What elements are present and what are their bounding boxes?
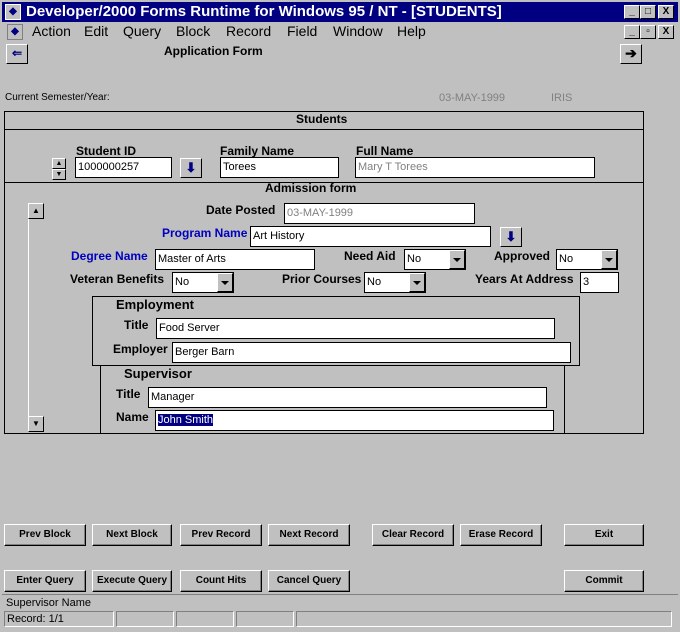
status-message: Supervisor Name <box>6 597 91 609</box>
prev-block-button[interactable]: Prev Block <box>4 524 86 546</box>
child-minimize-button[interactable]: _ <box>624 25 640 39</box>
vertical-scrollbar[interactable]: ▲ ▼ <box>28 203 45 432</box>
semester-label: Current Semester/Year: <box>5 92 110 103</box>
degree-name-label: Degree Name <box>71 249 148 263</box>
years-at-address-field[interactable]: 3 <box>580 272 619 293</box>
years-at-address-label: Years At Address <box>475 272 574 286</box>
semester-user-field: IRIS <box>548 88 620 109</box>
prior-courses-dropdown-icon[interactable] <box>409 273 425 292</box>
menu-bar: ◆ Action Edit Query Block Record Field W… <box>2 22 678 42</box>
student-id-label: Student ID <box>76 144 136 158</box>
exit-button[interactable]: Exit <box>564 524 644 546</box>
family-name-field[interactable]: Torees <box>220 157 339 178</box>
prior-courses-label: Prior Courses <box>282 272 362 286</box>
supervisor-frame-right <box>564 366 565 433</box>
next-record-button[interactable]: Next Record <box>268 524 350 546</box>
supervisor-title: Supervisor <box>124 366 192 381</box>
record-count: Record: 1/1 <box>7 613 64 625</box>
supervisor-title-field[interactable]: Manager <box>148 387 547 408</box>
students-title: Students <box>296 112 348 126</box>
status-pane <box>116 611 174 627</box>
menu-block[interactable]: Block <box>176 23 210 39</box>
status-pane <box>296 611 672 627</box>
approved-dropdown-icon[interactable] <box>601 250 617 269</box>
child-close-button[interactable]: X <box>658 25 674 39</box>
family-name-label: Family Name <box>220 144 295 158</box>
enter-query-button[interactable]: Enter Query <box>4 570 86 592</box>
record-indicator: Record: 1/1 <box>4 611 114 627</box>
semester-date-field: 03-MAY-1999 <box>436 88 532 109</box>
full-name-label: Full Name <box>356 144 414 158</box>
scroll-up-icon[interactable]: ▲ <box>52 158 66 169</box>
clear-record-button[interactable]: Clear Record <box>372 524 454 546</box>
forward-arrow-icon[interactable]: ➔ <box>620 44 642 64</box>
child-restore-button[interactable]: ▫ <box>640 25 656 39</box>
execute-query-button[interactable]: Execute Query <box>92 570 172 592</box>
scroll-up-arrow-icon[interactable]: ▲ <box>28 203 44 219</box>
menu-field[interactable]: Field <box>287 23 317 39</box>
commit-button[interactable]: Commit <box>564 570 644 592</box>
student-lov-icon[interactable]: ⬇ <box>180 158 202 178</box>
need-aid-dropdown-icon[interactable] <box>449 250 465 269</box>
scrollbar-track[interactable] <box>28 219 45 416</box>
minimize-button[interactable]: _ <box>624 5 640 19</box>
document-icon[interactable]: ◆ <box>7 24 23 40</box>
employment-title: Employment <box>116 297 195 312</box>
status-pane <box>236 611 294 627</box>
status-pane <box>176 611 234 627</box>
scroll-down-arrow-icon[interactable]: ▼ <box>28 416 44 432</box>
program-lov-icon[interactable]: ⬇ <box>500 227 522 247</box>
menu-window[interactable]: Window <box>333 23 383 39</box>
full-name-field: Mary T Torees <box>355 157 595 178</box>
employment-title-label: Title <box>124 318 149 332</box>
count-hits-button[interactable]: Count Hits <box>180 570 262 592</box>
maximize-button[interactable]: □ <box>640 5 656 19</box>
menu-record[interactable]: Record <box>226 23 271 39</box>
next-block-button[interactable]: Next Block <box>92 524 172 546</box>
prev-record-button[interactable]: Prev Record <box>180 524 262 546</box>
employer-field[interactable]: Berger Barn <box>172 342 571 363</box>
divider <box>4 129 644 130</box>
program-name-field[interactable]: Art History <box>250 226 491 247</box>
admission-title: Admission form <box>265 181 357 195</box>
status-divider <box>2 594 678 595</box>
date-posted-field: 03-MAY-1999 <box>284 203 475 224</box>
need-aid-label: Need Aid <box>344 249 396 263</box>
supervisor-name-field[interactable]: John Smith <box>155 410 554 431</box>
app-icon[interactable]: ◆ <box>5 4 21 20</box>
job-title-field[interactable]: Food Server <box>156 318 555 339</box>
supervisor-title-label: Title <box>116 387 141 401</box>
scroll-down-icon[interactable]: ▼ <box>52 169 66 180</box>
back-arrow-icon[interactable]: ⇐ <box>6 44 28 64</box>
employer-label: Employer <box>113 342 168 356</box>
menu-query[interactable]: Query <box>123 23 161 39</box>
program-name-label: Program Name <box>162 226 248 240</box>
degree-name-field[interactable]: Master of Arts <box>155 249 315 270</box>
student-id-field[interactable]: 1000000257 <box>75 157 172 178</box>
window-title: Developer/2000 Forms Runtime for Windows… <box>26 3 502 20</box>
supervisor-name-label: Name <box>116 410 149 424</box>
date-posted-label: Date Posted <box>206 203 276 217</box>
page-title: Application Form <box>164 44 263 58</box>
header-area: ⇐ Application Form Current Semester/Year… <box>4 42 644 112</box>
veteran-benefits-label: Veteran Benefits <box>70 272 165 286</box>
menu-help[interactable]: Help <box>397 23 426 39</box>
erase-record-button[interactable]: Erase Record <box>460 524 542 546</box>
close-button[interactable]: X <box>658 5 674 19</box>
menu-edit[interactable]: Edit <box>84 23 108 39</box>
veteran-dropdown-icon[interactable] <box>217 273 233 292</box>
menu-action[interactable]: Action <box>32 23 71 39</box>
title-bar: ◆ Developer/2000 Forms Runtime for Windo… <box>2 2 678 22</box>
cancel-query-button[interactable]: Cancel Query <box>268 570 350 592</box>
supervisor-name-selection: John Smith <box>158 414 214 426</box>
approved-label: Approved <box>494 249 551 263</box>
supervisor-frame-left <box>100 366 101 433</box>
